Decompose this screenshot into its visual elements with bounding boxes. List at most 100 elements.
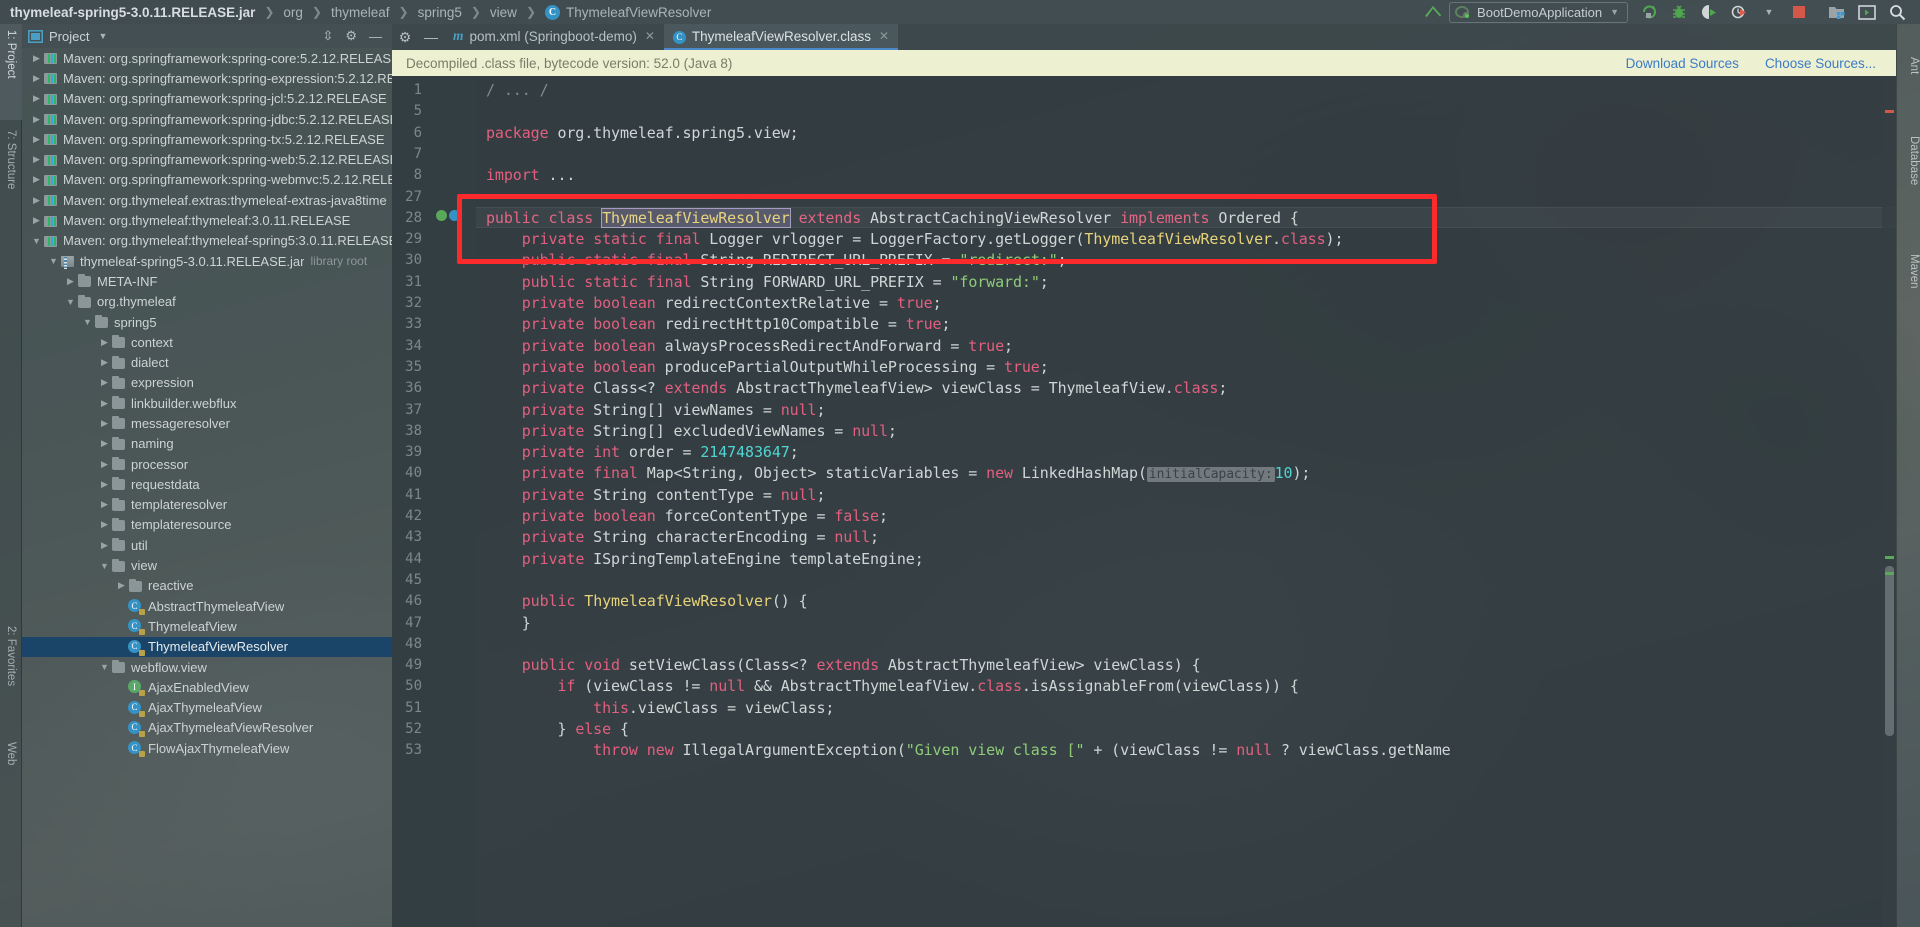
profiler-chevron-down-icon[interactable]: ▼ <box>1754 0 1784 24</box>
back-arrow-icon[interactable] <box>1419 0 1449 24</box>
tree-row[interactable]: ▶ reactive <box>22 576 392 596</box>
tree-row[interactable]: ▶ context <box>22 332 392 352</box>
change-marker[interactable] <box>1885 556 1894 559</box>
tree-row[interactable]: ▶ Maven: org.springframework:spring-web:5… <box>22 149 392 169</box>
sidebar-item-database[interactable]: Database <box>1896 104 1920 214</box>
hide-icon[interactable]: — <box>418 24 444 50</box>
sidebar-item-structure[interactable]: 7: Structure <box>0 124 22 232</box>
tree-row[interactable]: ▶ Maven: org.springframework:spring-tx:5.… <box>22 129 392 149</box>
sidebar-item-web[interactable]: Web <box>0 736 22 792</box>
collapse-arrow-icon[interactable]: ▼ <box>47 256 60 266</box>
tree-row[interactable]: ▼ org.thymeleaf <box>22 292 392 312</box>
expand-arrow-icon[interactable]: ▶ <box>98 479 111 490</box>
expand-arrow-icon[interactable]: ▶ <box>98 519 111 530</box>
tree-row[interactable]: ▶ requestdata <box>22 474 392 494</box>
expand-arrow-icon[interactable]: ▶ <box>30 93 43 104</box>
breadcrumb-item-spring5[interactable]: spring5 <box>416 0 464 24</box>
tree-row[interactable]: ▶ processor <box>22 454 392 474</box>
expand-arrow-icon[interactable]: ▶ <box>30 174 43 185</box>
tree-row[interactable]: C AjaxThymeleafViewResolver <box>22 718 392 738</box>
tree-row[interactable]: ▶ Maven: org.thymeleaf.extras:thymeleaf-e… <box>22 190 392 210</box>
tree-row[interactable]: C ThymeleafView <box>22 616 392 636</box>
source-code[interactable]: / ... / package org.thymeleaf.spring5.vie… <box>476 76 1896 927</box>
project-tree[interactable]: ▶ Maven: org.springframework:spring-core:… <box>22 48 392 927</box>
tree-row[interactable]: ▼ Maven: org.thymeleaf:thymeleaf-spring5:… <box>22 231 392 251</box>
collapse-arrow-icon[interactable]: ▼ <box>98 662 111 672</box>
editor-scrollbar[interactable] <box>1882 76 1896 927</box>
tree-row[interactable]: ▶ util <box>22 535 392 555</box>
tree-row[interactable]: C AjaxThymeleafView <box>22 698 392 718</box>
profiler-icon[interactable] <box>1724 0 1754 24</box>
breadcrumb-item-view[interactable]: view <box>488 0 519 24</box>
tree-row[interactable]: ▶ Maven: org.thymeleaf:thymeleaf:3.0.11.R… <box>22 210 392 230</box>
debug-icon[interactable] <box>1664 0 1694 24</box>
sidebar-item-favorites[interactable]: 2: Favorites <box>0 620 22 728</box>
expand-arrow-icon[interactable]: ▶ <box>98 357 111 368</box>
expand-arrow-icon[interactable]: ▶ <box>98 438 111 449</box>
gutter-marker-icon[interactable] <box>436 209 460 224</box>
tree-row[interactable]: ▼ view <box>22 555 392 575</box>
tree-row[interactable]: ▶ messageresolver <box>22 413 392 433</box>
scrollbar-thumb[interactable] <box>1885 566 1894 736</box>
tree-row[interactable]: ▶ META-INF <box>22 271 392 291</box>
tree-row[interactable]: ▼ thymeleaf-spring5-3.0.11.RELEASE.jar lib… <box>22 251 392 271</box>
tree-row[interactable]: ▶ naming <box>22 434 392 454</box>
tree-row[interactable]: C ThymeleafViewResolver <box>22 636 392 657</box>
expand-arrow-icon[interactable]: ▶ <box>98 398 111 409</box>
expand-arrow-icon[interactable]: ▶ <box>98 377 111 388</box>
expand-arrow-icon[interactable]: ▶ <box>98 337 111 348</box>
tree-row[interactable]: C AbstractThymeleafView <box>22 596 392 616</box>
terminal-icon[interactable] <box>1852 0 1882 24</box>
chevron-down-icon[interactable]: ▼ <box>98 31 107 41</box>
tree-row[interactable]: ▶ templateresource <box>22 515 392 535</box>
expand-arrow-icon[interactable]: ▶ <box>30 134 43 145</box>
collapse-arrow-icon[interactable]: ▼ <box>98 561 111 571</box>
breadcrumb-item-org[interactable]: org <box>281 0 305 24</box>
sidebar-item-maven[interactable]: Maven <box>1896 224 1920 314</box>
collapse-arrow-icon[interactable]: ▼ <box>64 297 77 307</box>
error-marker[interactable] <box>1885 110 1894 113</box>
breadcrumb-item-jar[interactable]: thymeleaf-spring5-3.0.11.RELEASE.jar <box>0 0 257 24</box>
expand-arrow-icon[interactable]: ▶ <box>30 114 43 125</box>
stop-icon[interactable] <box>1784 0 1814 24</box>
tree-row[interactable]: C FlowAjaxThymeleafView <box>22 738 392 758</box>
close-icon[interactable]: ✕ <box>645 29 655 43</box>
download-sources-link[interactable]: Download Sources <box>1626 56 1739 71</box>
expand-arrow-icon[interactable]: ▶ <box>98 540 111 551</box>
collapse-arrow-icon[interactable]: ▼ <box>81 317 94 327</box>
expand-arrow-icon[interactable]: ▶ <box>98 418 111 429</box>
expand-arrow-icon[interactable]: ▶ <box>30 215 43 226</box>
expand-arrow-icon[interactable]: ▶ <box>30 73 43 84</box>
collapse-arrow-icon[interactable]: ▼ <box>30 236 43 246</box>
tree-row[interactable]: ▶ Maven: org.springframework:spring-expre… <box>22 68 392 88</box>
tree-row[interactable]: ▶ Maven: org.springframework:spring-jcl:5… <box>22 89 392 109</box>
gear-icon[interactable]: ⚙ <box>345 28 357 44</box>
breadcrumb-item-class[interactable]: C ThymeleafViewResolver <box>543 0 713 24</box>
breadcrumb-item-thymeleaf[interactable]: thymeleaf <box>329 0 392 24</box>
expand-arrow-icon[interactable]: ▶ <box>30 154 43 165</box>
run-configuration-selector[interactable]: BootDemoApplication ▼ <box>1449 1 1628 23</box>
gear-icon[interactable]: ⚙ <box>392 24 418 50</box>
close-icon[interactable]: ✕ <box>879 29 889 43</box>
expand-arrow-icon[interactable]: ▶ <box>115 580 128 591</box>
tree-row[interactable]: ▶ Maven: org.springframework:spring-core:… <box>22 48 392 68</box>
coverage-icon[interactable] <box>1694 0 1724 24</box>
rerun-icon[interactable] <box>1634 0 1664 24</box>
expand-arrow-icon[interactable]: ▶ <box>30 195 43 206</box>
sidebar-item-project[interactable]: 1: Project <box>0 24 22 120</box>
expand-arrow-icon[interactable]: ▶ <box>30 53 43 64</box>
tree-row[interactable]: ▶ expression <box>22 373 392 393</box>
sidebar-item-ant[interactable]: Ant <box>1896 34 1920 94</box>
expand-arrow-icon[interactable]: ▶ <box>98 459 111 470</box>
collapse-all-icon[interactable]: ⇳ <box>322 28 333 44</box>
hide-icon[interactable]: — <box>369 29 382 44</box>
tree-row[interactable]: ▶ templateresolver <box>22 495 392 515</box>
choose-sources-link[interactable]: Choose Sources... <box>1765 56 1876 71</box>
expand-arrow-icon[interactable]: ▶ <box>64 276 77 287</box>
editor-tab-pom[interactable]: m pom.xml (Springboot-demo) ✕ <box>444 24 664 50</box>
tree-row[interactable]: ▶ dialect <box>22 352 392 372</box>
tree-row[interactable]: ▶ Maven: org.springframework:spring-jdbc:… <box>22 109 392 129</box>
tree-row[interactable]: I AjaxEnabledView <box>22 677 392 697</box>
project-structure-icon[interactable] <box>1822 0 1852 24</box>
code-viewer[interactable]: 1 5 6 7 8 27 28 29 30 31 32 33 34 35 36 37 38 39 40 41 42 43 4… <box>392 76 1896 927</box>
